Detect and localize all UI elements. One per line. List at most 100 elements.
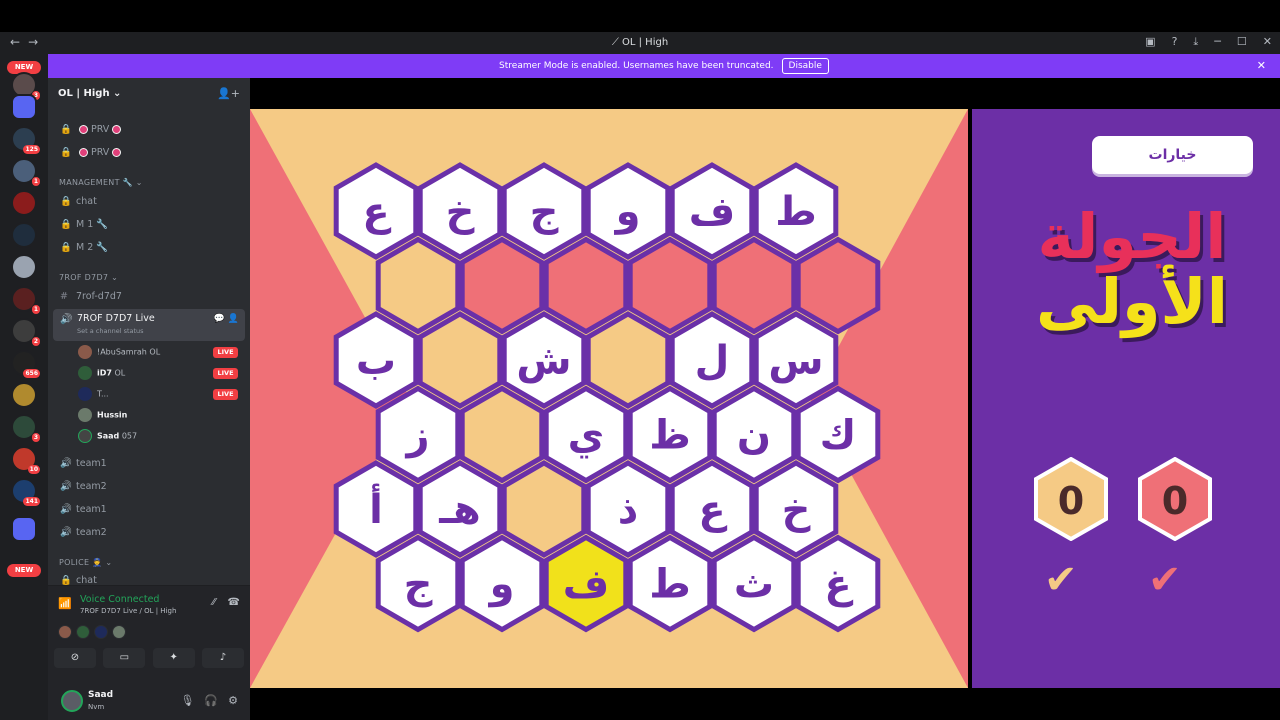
options-button[interactable]: خيارات xyxy=(1092,136,1253,174)
speaker-icon: 🔊 xyxy=(60,504,72,515)
voice-avatars xyxy=(58,624,130,643)
activities-button[interactable]: ✦ xyxy=(152,648,195,668)
server-icon[interactable]: 141 xyxy=(11,478,40,506)
voice-channel-team1[interactable]: 🔊 team1 xyxy=(60,458,107,469)
channel-prv[interactable]: 🔒 PRV xyxy=(60,147,124,158)
round-title: الجولة الأولى xyxy=(1012,204,1252,404)
channel-m2[interactable]: 🔒 M 2 🔧 xyxy=(60,242,108,253)
hex-cell[interactable] xyxy=(627,236,713,335)
voice-user[interactable]: Saad 057 xyxy=(78,429,137,443)
hex-letter: ش xyxy=(516,338,571,384)
disable-streamer-mode-button[interactable]: Disable xyxy=(781,58,829,74)
hex-letter: ك xyxy=(820,413,857,459)
hex-cell[interactable] xyxy=(585,311,671,409)
headphones-icon[interactable]: 🎧 xyxy=(204,694,218,707)
hex-letter: ن xyxy=(737,413,771,459)
server-list: NEW 3 125 1 1 2 656 3 10 141 NEW xyxy=(0,54,48,720)
window-title: ⟋ OL | High xyxy=(611,37,669,48)
inbox-icon[interactable]: ▣ xyxy=(1145,35,1155,48)
server-icon[interactable]: 2 xyxy=(11,318,40,346)
hex-cell[interactable] xyxy=(543,236,629,335)
noise-suppression-icon[interactable]: ⁄⁄ xyxy=(212,597,215,608)
round-title-line1: الجولة xyxy=(1037,200,1227,273)
server-icon[interactable] xyxy=(11,382,37,408)
voice-user[interactable]: Hussin xyxy=(78,408,127,422)
server-icon[interactable]: 3 xyxy=(11,414,40,442)
voice-channel-team1[interactable]: 🔊 team1 xyxy=(60,504,107,515)
server-icon[interactable]: 125 xyxy=(11,126,40,154)
hex-letter: و xyxy=(614,189,641,235)
channel-7rof-d7d7[interactable]: #7rof-d7d7 xyxy=(60,291,122,302)
hex-letter: ز xyxy=(404,413,429,459)
speaker-icon: 🔊 xyxy=(60,481,72,492)
channel-chat[interactable]: 🔒 chat xyxy=(60,196,97,207)
voice-user[interactable]: T... xyxy=(78,387,109,401)
server-icon[interactable] xyxy=(11,222,37,248)
avatar[interactable] xyxy=(58,625,72,639)
disconnect-icon[interactable]: ☎ xyxy=(228,597,240,608)
settings-gear-icon[interactable]: ⚙ xyxy=(228,694,238,707)
stream-view[interactable]: ع خ ج و ف ط ب ش ل س ز ي ظ ن ك أ هـ ذ ع خ ج و ف ط ث غ خيارات الجول… xyxy=(250,78,1280,720)
server-icon[interactable]: 1 xyxy=(11,158,40,186)
server-icon[interactable]: 10 xyxy=(11,446,40,474)
hex-cell[interactable] xyxy=(375,236,461,335)
close-window-button[interactable]: ✕ xyxy=(1263,35,1272,48)
avatar[interactable] xyxy=(94,625,108,639)
speaker-icon: 🔊 xyxy=(60,458,72,469)
hex-letter: خ xyxy=(446,189,475,235)
voice-user[interactable]: iD7 OL xyxy=(78,366,125,380)
server-name-dropdown[interactable]: OL | High ⌄ xyxy=(58,88,121,99)
hex-cell[interactable] xyxy=(501,460,587,558)
hex-cell[interactable] xyxy=(459,236,545,335)
channel-prv[interactable]: 🔒 PRV xyxy=(60,124,124,135)
close-banner-icon[interactable]: ✕ xyxy=(1257,59,1266,72)
user-avatar[interactable] xyxy=(61,690,83,712)
hex-letter: خ xyxy=(782,487,811,533)
avatar xyxy=(78,366,92,380)
hex-cell[interactable] xyxy=(459,385,545,484)
letters-hex-game: ع خ ج و ف ط ب ش ل س ز ي ظ ن ك أ هـ ذ ع خ ج و ف ط ث غ خيارات الجول… xyxy=(250,109,1280,688)
voice-channel-team2[interactable]: 🔊 team2 xyxy=(60,481,107,492)
hex-cell[interactable] xyxy=(417,311,503,409)
server-folder-icon[interactable] xyxy=(11,516,37,542)
avatar[interactable] xyxy=(76,625,90,639)
server-icon[interactable]: 1 xyxy=(11,286,40,314)
hex-cell[interactable] xyxy=(711,236,797,335)
banner-text: Streamer Mode is enabled. Usernames have… xyxy=(499,61,774,71)
microphone-icon[interactable]: 🎙 xyxy=(180,694,194,707)
chat-bubble-icon[interactable]: 💬 xyxy=(214,314,225,324)
maximize-button[interactable]: ☐ xyxy=(1237,35,1247,48)
hex-cell[interactable] xyxy=(795,236,881,335)
title-bar: ← → ⟋ OL | High ▣? ⤓ ─ ☐ ✕ xyxy=(0,32,1280,54)
hex-letter: ع xyxy=(698,487,727,533)
category-police[interactable]: POLICE 👮 ⌄ xyxy=(59,558,112,567)
screen-share-button[interactable]: ▭ xyxy=(103,648,146,668)
voice-channel-team2[interactable]: 🔊 team2 xyxy=(60,527,107,538)
category-7rof-d7d7[interactable]: 7ROF D7D7 ⌄ xyxy=(59,273,118,282)
hex-letter: ج xyxy=(530,189,559,235)
channel-sidebar: OL | High ⌄ 👤+ 🔒 PRV 🔒 PRV MANAGEMENT 🔧 ⌄ … xyxy=(48,78,250,720)
camera-off-button[interactable]: ⊘ xyxy=(54,648,96,668)
channel-m1[interactable]: 🔒 M 1 🔧 xyxy=(60,219,108,230)
voice-user[interactable]: !AbuSamrah OL xyxy=(78,345,160,359)
server-icon[interactable]: 656 xyxy=(11,350,40,378)
voice-channel-7rof-d7d7-live[interactable]: 🔊 7ROF D7D7 Live Set a channel status 💬 … xyxy=(53,309,245,341)
add-user-icon[interactable]: 👤 xyxy=(228,314,239,324)
avatar[interactable] xyxy=(112,625,126,639)
hex-letter: أ xyxy=(369,483,383,533)
hex-letter: غ xyxy=(824,562,853,608)
invite-people-icon[interactable]: 👤+ xyxy=(217,87,240,100)
server-icon[interactable] xyxy=(11,190,37,216)
soundboard-button[interactable]: ♪ xyxy=(201,648,244,668)
help-icon[interactable]: ? xyxy=(1172,35,1178,48)
score-right: 0 xyxy=(1138,456,1212,542)
server-folder-icon[interactable] xyxy=(11,94,37,120)
speaker-icon: 🔊 xyxy=(60,527,72,538)
minimize-button[interactable]: ─ xyxy=(1214,35,1221,48)
download-icon[interactable]: ⤓ xyxy=(1193,35,1198,48)
avatar xyxy=(78,387,92,401)
category-management[interactable]: MANAGEMENT 🔧 ⌄ xyxy=(59,178,143,187)
window-logo-icon: ⟋ xyxy=(611,37,623,48)
server-icon[interactable] xyxy=(11,254,37,280)
avatar xyxy=(78,408,92,422)
